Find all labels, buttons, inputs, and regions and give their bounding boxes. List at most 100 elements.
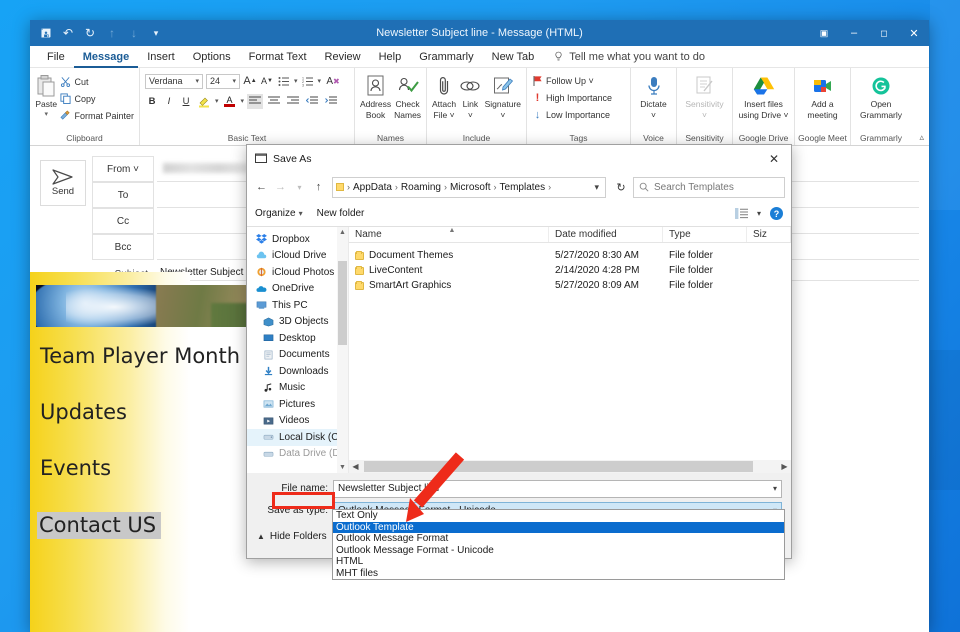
- signature-button[interactable]: Signature ˅: [485, 71, 521, 120]
- clear-formatting-button[interactable]: A✖: [324, 74, 342, 89]
- sidebar-item-data-drive-d[interactable]: Data Drive (D:): [247, 446, 348, 463]
- table-row[interactable]: Document Themes 5/27/2020 8:30 AM File f…: [349, 248, 791, 263]
- font-color-button[interactable]: A: [222, 94, 238, 109]
- file-name-chevron-down-icon[interactable]: ▾: [773, 484, 777, 493]
- sidebar-item-documents[interactable]: Documents: [247, 347, 348, 364]
- dropdown-option-outlook-message-format-unicode[interactable]: Outlook Message Format - Unicode: [333, 545, 784, 557]
- tab-review[interactable]: Review: [316, 46, 370, 68]
- tab-grammarly[interactable]: Grammarly: [410, 46, 482, 68]
- minimize-icon[interactable]: –: [839, 20, 869, 46]
- dropdown-option-html[interactable]: HTML: [333, 556, 784, 568]
- cut-button[interactable]: Cut: [60, 74, 134, 89]
- hscroll-right-icon[interactable]: ▶: [778, 462, 791, 471]
- tab-message[interactable]: Message: [74, 46, 138, 68]
- sidebar-item-music[interactable]: Music: [247, 380, 348, 397]
- column-header-type[interactable]: Type: [663, 227, 747, 242]
- file-list-horizontal-scrollbar[interactable]: ◀ ▶: [349, 460, 791, 473]
- open-grammarly-button[interactable]: Open Grammarly: [856, 71, 906, 120]
- search-templates-input[interactable]: Search Templates: [633, 177, 785, 198]
- bcc-button[interactable]: Bcc: [92, 234, 154, 260]
- dropdown-option-mht-files[interactable]: MHT files: [333, 568, 784, 580]
- body-line-contact-us[interactable]: Contact US: [37, 512, 161, 539]
- from-button[interactable]: From ˅: [92, 156, 154, 182]
- bold-button[interactable]: B: [145, 94, 159, 109]
- undo-icon[interactable]: ↶: [58, 23, 78, 43]
- save-icon[interactable]: 🖪: [36, 23, 56, 43]
- check-names-button[interactable]: Check Names: [394, 71, 421, 120]
- paste-chevron-down-icon[interactable]: ▾: [44, 111, 48, 119]
- redo-icon[interactable]: ↻: [80, 23, 100, 43]
- bullets-button[interactable]: [277, 74, 291, 89]
- underline-button[interactable]: U: [179, 94, 193, 109]
- address-book-button[interactable]: Address Book: [360, 71, 391, 120]
- numbering-chevron-down-icon[interactable]: ▾: [318, 77, 322, 85]
- organize-chevron-down-icon[interactable]: ▾: [299, 209, 303, 218]
- body-line-updates[interactable]: Updates: [40, 400, 127, 424]
- sidebar-scroll-up-icon[interactable]: ▲: [337, 227, 348, 238]
- low-importance-button[interactable]: ↓ Low Importance: [532, 107, 610, 122]
- align-center-button[interactable]: [266, 94, 282, 109]
- view-chevron-down-icon[interactable]: ▾: [757, 209, 761, 218]
- breadcrumb-item-appdata[interactable]: AppData: [351, 182, 394, 193]
- move-down-icon[interactable]: ↓: [124, 23, 144, 43]
- close-icon[interactable]: ✕: [899, 20, 929, 46]
- decrease-indent-button[interactable]: [304, 94, 320, 109]
- tab-help[interactable]: Help: [370, 46, 411, 68]
- help-icon[interactable]: ?: [770, 207, 783, 220]
- sidebar-item-3d-objects[interactable]: 3D Objects: [247, 314, 348, 331]
- tab-file[interactable]: File: [38, 46, 74, 68]
- sidebar-item-downloads[interactable]: Downloads: [247, 363, 348, 380]
- sidebar-item-this-pc[interactable]: This PC: [247, 297, 348, 314]
- follow-up-button[interactable]: Follow Up ˅: [532, 73, 594, 88]
- align-left-button[interactable]: [247, 94, 263, 109]
- body-line-team-player-month[interactable]: Team Player Month: [40, 344, 240, 368]
- maximize-icon[interactable]: ◻: [869, 20, 899, 46]
- customize-qat-chevron-down-icon[interactable]: ▾: [146, 23, 166, 43]
- breadcrumb-chevron-down-icon[interactable]: ▾: [594, 182, 602, 193]
- to-button[interactable]: To: [92, 182, 154, 208]
- move-up-icon[interactable]: ↑: [102, 23, 122, 43]
- tab-format-text[interactable]: Format Text: [240, 46, 316, 68]
- sidebar-scroll-down-icon[interactable]: ▼: [337, 462, 348, 473]
- sidebar-item-local-disk-c[interactable]: Local Disk (C:): [247, 429, 348, 446]
- dialog-sidebar[interactable]: Dropbox iCloud Drive iCloud Photos OneDr…: [247, 227, 349, 473]
- dropdown-option-outlook-template[interactable]: Outlook Template: [333, 522, 784, 534]
- italic-button[interactable]: I: [162, 94, 176, 109]
- table-row[interactable]: LiveContent 2/14/2020 4:28 PM File folde…: [349, 263, 791, 278]
- attach-file-button[interactable]: Attach File ˅: [432, 71, 456, 120]
- tab-new-tab[interactable]: New Tab: [483, 46, 544, 68]
- font-name-combo[interactable]: Verdana ▾: [145, 74, 203, 89]
- organize-button[interactable]: Organize ▾: [255, 208, 303, 219]
- column-header-size[interactable]: Siz: [747, 227, 791, 242]
- sidebar-item-videos[interactable]: Videos: [247, 413, 348, 430]
- breadcrumb-item-roaming[interactable]: Roaming: [399, 182, 443, 193]
- hscroll-left-icon[interactable]: ◀: [349, 462, 362, 471]
- sidebar-item-icloud-photos[interactable]: iCloud Photos: [247, 264, 348, 281]
- bullets-chevron-down-icon[interactable]: ▾: [294, 77, 298, 85]
- paste-button[interactable]: Paste ▾: [35, 71, 57, 118]
- table-row[interactable]: SmartArt Graphics 5/27/2020 8:09 AM File…: [349, 278, 791, 293]
- refresh-icon[interactable]: ↻: [611, 177, 631, 198]
- dropdown-option-outlook-message-format[interactable]: Outlook Message Format: [333, 533, 784, 545]
- send-button[interactable]: Send: [40, 160, 86, 206]
- font-size-chevron-down-icon[interactable]: ▾: [232, 77, 236, 85]
- format-painter-button[interactable]: Format Painter: [60, 108, 134, 123]
- increase-indent-button[interactable]: [323, 94, 339, 109]
- tell-me-search[interactable]: Tell me what you want to do: [553, 51, 705, 63]
- sidebar-item-desktop[interactable]: Desktop: [247, 330, 348, 347]
- font-size-combo[interactable]: 24 ▾: [206, 74, 240, 89]
- grow-font-button[interactable]: A▲: [243, 74, 257, 89]
- breadcrumb-item-microsoft[interactable]: Microsoft: [448, 182, 493, 193]
- dropdown-option-text-only[interactable]: Text Only: [333, 510, 784, 522]
- column-header-date-modified[interactable]: Date modified: [549, 227, 663, 242]
- copy-button[interactable]: Copy: [60, 91, 134, 106]
- align-right-button[interactable]: [285, 94, 301, 109]
- nav-back-icon[interactable]: ←: [253, 176, 270, 198]
- high-importance-button[interactable]: ! High Importance: [532, 90, 612, 105]
- tab-options[interactable]: Options: [184, 46, 240, 68]
- dialog-close-icon[interactable]: ✕: [757, 145, 791, 173]
- collapse-ribbon-icon[interactable]: ▵: [919, 132, 924, 143]
- text-highlight-button[interactable]: [196, 94, 212, 109]
- breadcrumb[interactable]: › AppData › Roaming › Microsoft › Templa…: [332, 177, 606, 198]
- insert-files-using-drive-button[interactable]: Insert files using Drive ˅: [738, 71, 789, 120]
